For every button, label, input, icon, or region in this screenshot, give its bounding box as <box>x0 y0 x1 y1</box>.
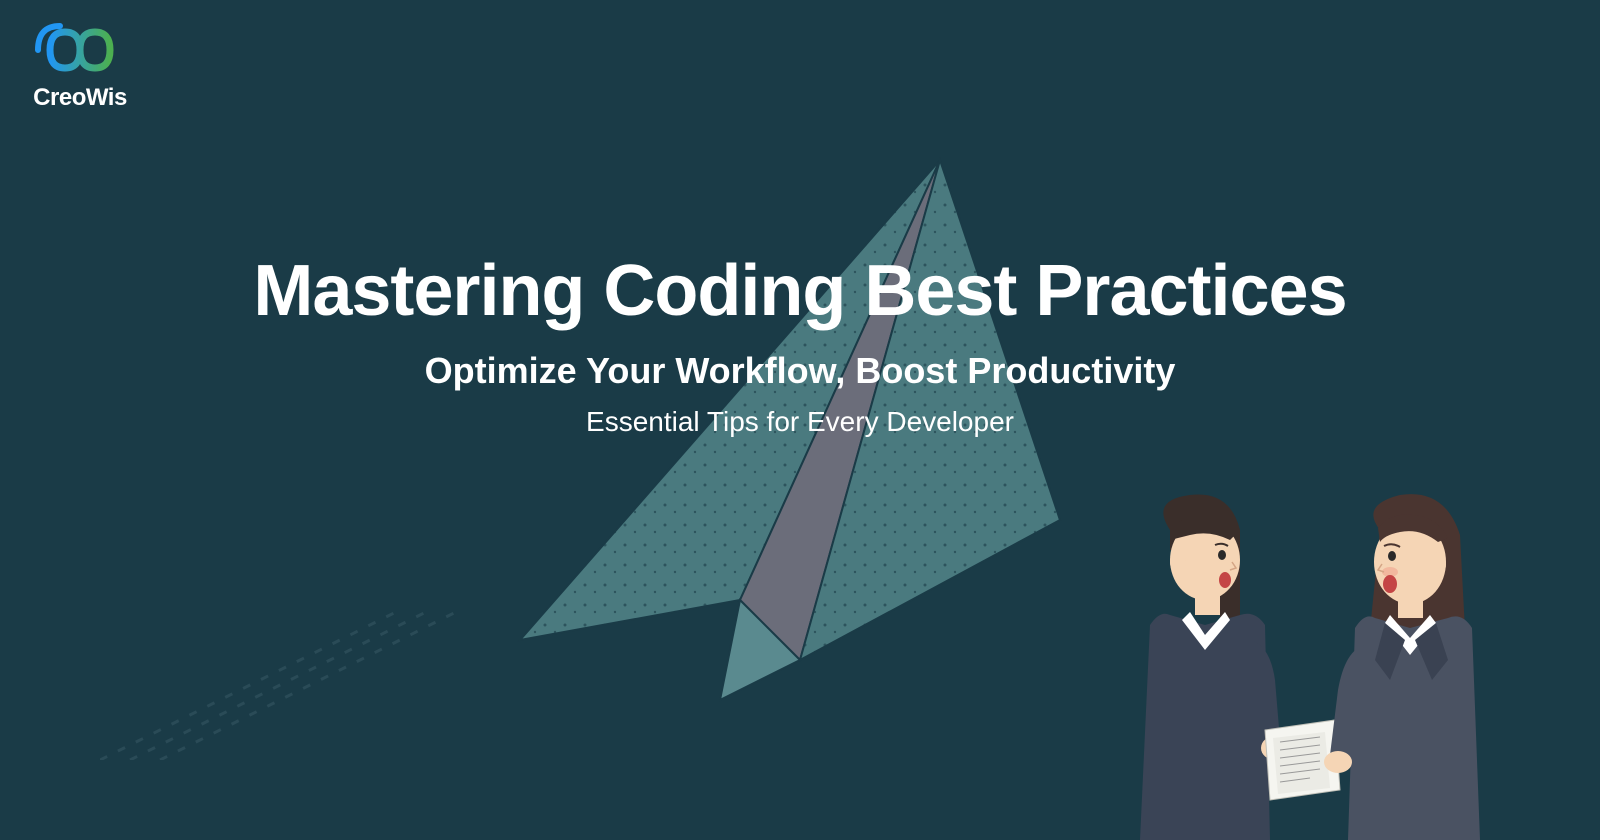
page-tagline: Essential Tips for Every Developer <box>0 406 1600 438</box>
brand-logo: CreoWis <box>30 20 130 112</box>
brand-name: CreoWis <box>33 84 127 112</box>
page-subtitle: Optimize Your Workflow, Boost Productivi… <box>0 350 1600 392</box>
infinity-loop-icon <box>30 20 130 80</box>
page-title: Mastering Coding Best Practices <box>0 250 1600 332</box>
two-people-talking-icon <box>1070 460 1530 840</box>
paper-airplane-icon <box>420 140 1120 740</box>
main-content: Mastering Coding Best Practices Optimize… <box>0 250 1600 438</box>
